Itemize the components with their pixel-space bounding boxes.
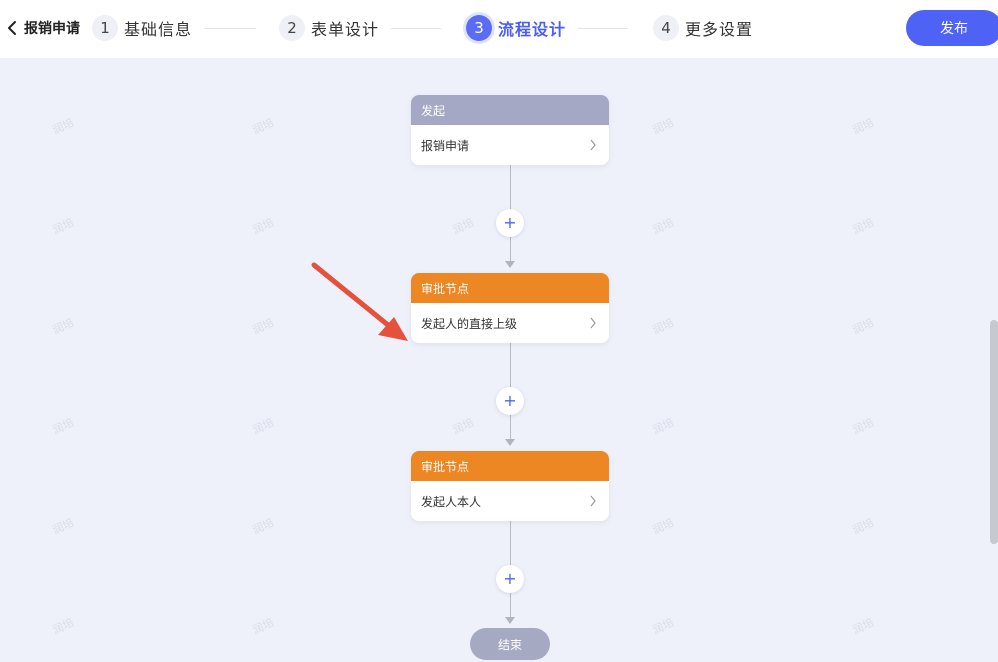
plus-icon: +: [503, 569, 517, 588]
watermark: 润培: [250, 615, 276, 637]
watermark: 润培: [50, 615, 76, 637]
chevron-right-icon: [590, 495, 596, 507]
node-body: 发起人本人: [411, 481, 609, 521]
step-process-design[interactable]: 3 流程设计: [466, 14, 566, 42]
watermark: 润培: [850, 615, 876, 637]
watermark: 润培: [850, 315, 876, 337]
step-number: 2: [279, 15, 305, 41]
top-bar: 报销申请 1 基础信息 2 表单设计 3 流程设计 4 更多设置 发布: [0, 0, 998, 58]
watermark: 润培: [850, 215, 876, 237]
watermark: 润培: [50, 515, 76, 537]
step-number: 1: [92, 15, 118, 41]
vertical-scrollbar[interactable]: [990, 320, 998, 544]
step-divider: [204, 28, 256, 29]
watermark: 润培: [650, 315, 676, 337]
add-node-button[interactable]: +: [496, 209, 524, 237]
watermark: 润培: [50, 215, 76, 237]
end-label: 结束: [497, 637, 522, 652]
annotation-arrow-icon: [311, 262, 408, 341]
add-node-button[interactable]: +: [496, 565, 524, 593]
step-label: 基础信息: [124, 20, 193, 39]
form-title: 报销申请: [24, 21, 80, 37]
chevron-right-icon: [590, 317, 596, 329]
step-label: 表单设计: [311, 20, 380, 39]
step-form-design[interactable]: 2 表单设计: [279, 14, 379, 42]
chevron-right-icon: [590, 139, 596, 151]
watermark: 润培: [650, 515, 676, 537]
start-node[interactable]: 发起 报销申请: [411, 95, 609, 165]
plus-icon: +: [503, 213, 517, 232]
watermark: 润培: [50, 315, 76, 337]
arrow-down-icon: [505, 261, 515, 268]
node-header: 发起: [411, 95, 609, 125]
step-divider: [391, 28, 441, 29]
watermark: 润培: [650, 415, 676, 437]
end-node: 结束: [470, 628, 550, 660]
node-body: 报销申请: [411, 125, 609, 165]
watermark: 润培: [250, 515, 276, 537]
watermark: 润培: [250, 315, 276, 337]
step-label: 流程设计: [498, 20, 567, 39]
step-label: 更多设置: [685, 20, 754, 39]
arrow-down-icon: [505, 617, 515, 624]
watermark: 润培: [850, 415, 876, 437]
node-type-label: 发起: [421, 103, 446, 118]
back-button[interactable]: 报销申请: [6, 16, 80, 40]
approval-node[interactable]: 审批节点 发起人本人: [411, 451, 609, 521]
step-divider: [578, 28, 628, 29]
watermark: 润培: [850, 515, 876, 537]
chevron-left-icon: [8, 21, 16, 35]
watermark: 润培: [50, 115, 76, 137]
watermark: 润培: [650, 115, 676, 137]
watermark: 润培: [450, 215, 476, 237]
step-number: 4: [653, 15, 679, 41]
node-header: 审批节点: [411, 451, 609, 481]
arrow-down-icon: [505, 439, 515, 446]
node-type-label: 审批节点: [421, 281, 470, 296]
plus-icon: +: [503, 391, 517, 410]
watermark: 润培: [250, 215, 276, 237]
approval-node[interactable]: 审批节点 发起人的直接上级: [411, 273, 609, 343]
watermark: 润培: [250, 115, 276, 137]
node-detail: 发起人的直接上级: [421, 316, 518, 331]
watermark: 润培: [850, 115, 876, 137]
step-more-settings[interactable]: 4 更多设置: [653, 14, 753, 42]
node-type-label: 审批节点: [421, 459, 470, 474]
watermark: 润培: [450, 415, 476, 437]
node-detail: 发起人本人: [421, 494, 482, 509]
step-number: 3: [466, 15, 492, 41]
step-basic-info[interactable]: 1 基础信息: [92, 14, 192, 42]
watermark: 润培: [650, 215, 676, 237]
watermark: 润培: [250, 415, 276, 437]
watermark: 润培: [650, 615, 676, 637]
flow-canvas: 润培 润培 润培 润培 润培 润培 润培 润培 润培 润培 润培 润培 润培 润…: [0, 58, 998, 662]
node-body: 发起人的直接上级: [411, 303, 609, 343]
watermark: 润培: [50, 415, 76, 437]
add-node-button[interactable]: +: [496, 387, 524, 415]
node-detail: 报销申请: [421, 138, 470, 153]
node-header: 审批节点: [411, 273, 609, 303]
publish-button[interactable]: 发布: [906, 10, 998, 46]
